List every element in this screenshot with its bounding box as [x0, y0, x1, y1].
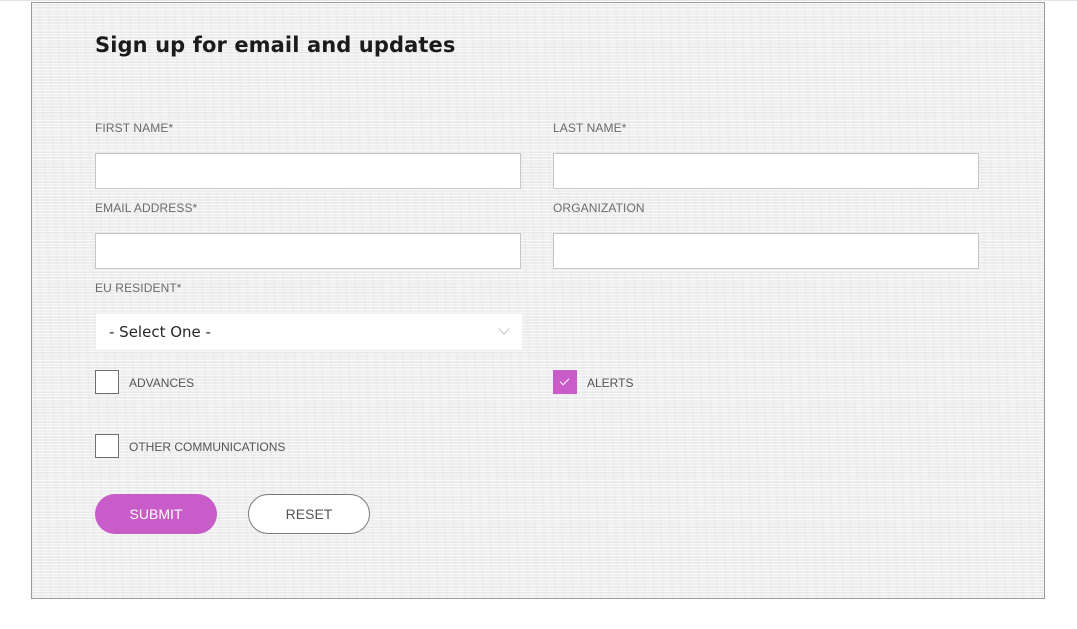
alerts-label: ALERTS	[587, 376, 634, 390]
organization-label: ORGANIZATION	[553, 201, 645, 215]
email-label: EMAIL ADDRESS*	[95, 201, 198, 215]
first-name-input[interactable]	[95, 153, 521, 189]
last-name-input[interactable]	[553, 153, 979, 189]
signup-form-panel: Sign up for email and updates FIRST NAME…	[31, 2, 1045, 599]
reset-button[interactable]: RESET	[248, 494, 370, 534]
email-input[interactable]	[95, 233, 521, 269]
alerts-checkbox[interactable]	[553, 370, 577, 394]
checkmark-icon	[559, 375, 570, 386]
other-communications-checkbox[interactable]	[95, 434, 119, 458]
first-name-label: FIRST NAME*	[95, 121, 174, 135]
submit-button[interactable]: SUBMIT	[95, 494, 217, 534]
eu-resident-select[interactable]: - Select One -	[96, 314, 522, 350]
advances-checkbox[interactable]	[95, 370, 119, 394]
eu-resident-label: EU RESIDENT*	[95, 281, 182, 295]
form-title: Sign up for email and updates	[95, 33, 456, 57]
advances-label: ADVANCES	[129, 376, 195, 390]
last-name-label: LAST NAME*	[553, 121, 627, 135]
top-divider	[0, 0, 1077, 1]
organization-input[interactable]	[553, 233, 979, 269]
submit-button-label: SUBMIT	[129, 506, 183, 522]
reset-button-label: RESET	[285, 506, 333, 522]
eu-resident-selected-value: - Select One -	[109, 323, 211, 341]
chevron-down-icon	[498, 323, 510, 335]
other-communications-label: OTHER COMMUNICATIONS	[129, 440, 286, 454]
